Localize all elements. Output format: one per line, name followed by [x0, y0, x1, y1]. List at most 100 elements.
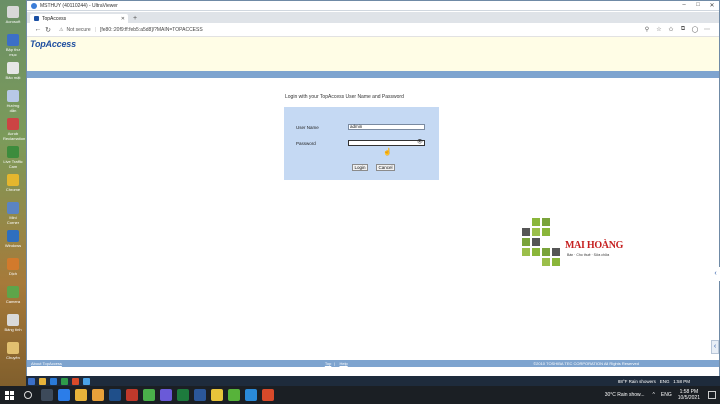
watermark-square — [532, 238, 540, 246]
clock-date: 10/5/2021 — [677, 395, 700, 401]
warning-icon[interactable]: ⚠ — [59, 27, 63, 33]
reveal-password-icon[interactable]: 👁 — [417, 140, 423, 145]
not-secure-label[interactable]: Not secure — [66, 27, 90, 33]
desktop-icon[interactable]: Dịch — [3, 258, 23, 284]
remote-explorer-icon[interactable] — [39, 377, 46, 385]
language-indicator[interactable]: ENG — [661, 392, 672, 398]
back-icon[interactable]: ← — [33, 26, 43, 33]
watermark-square — [552, 248, 560, 256]
desktop-icon[interactable]: Chrome — [3, 174, 23, 200]
watermark-square — [542, 258, 550, 266]
search-icon[interactable] — [24, 391, 32, 399]
favorite-star-icon[interactable]: ☆ — [653, 26, 665, 33]
clock[interactable]: 1:58 PM 10/5/2021 — [678, 389, 700, 401]
ultraviewer-titlebar[interactable]: MSTHUY (40110244) - UltraViewer – □ ✕ — [27, 1, 719, 11]
topaccess-page: TopAccess Login with your TopAccess User… — [27, 37, 719, 376]
excel-icon[interactable] — [176, 389, 189, 401]
tab-close-icon[interactable]: ✕ — [121, 16, 125, 22]
desktop-app-icon — [7, 118, 19, 130]
ultraviewer-taskbar-icon[interactable] — [244, 389, 257, 401]
app-icon-2[interactable] — [125, 389, 138, 401]
desktop-icon-label: Acrob Reclamation — [3, 131, 26, 141]
desktop-icon[interactable]: Bập thư mục — [3, 34, 23, 60]
tray-chevron-icon[interactable]: ^ — [653, 392, 655, 398]
url-input[interactable]: [fe80::20f9:ff:feb5:a5d8]/?MAIN=TOPACCES… — [100, 27, 203, 33]
desktop-icon[interactable]: Acrosoft — [3, 6, 23, 32]
tab-topaccess[interactable]: TopAccess ✕ — [30, 14, 128, 23]
password-input[interactable]: 👁 — [348, 140, 425, 146]
app-icon-1[interactable] — [91, 389, 104, 401]
remote-weather[interactable]: 88°F Rain showers — [618, 379, 656, 384]
footer-top-link[interactable]: Top — [325, 361, 331, 366]
refresh-icon[interactable]: ↻ — [43, 26, 53, 34]
edge-icon[interactable] — [57, 389, 70, 401]
app-icon-3[interactable] — [159, 389, 172, 401]
photoshop-icon[interactable] — [108, 389, 121, 401]
desktop-icon-label: Mini Corner — [6, 215, 20, 225]
app-icon-5[interactable] — [227, 389, 240, 401]
start-button[interactable] — [0, 386, 18, 404]
desktop-icon[interactable]: Hướng dẫn — [3, 90, 23, 116]
login-instruction: Login with your TopAccess User Name and … — [285, 94, 404, 100]
address-bar: ← ↻ ⚠ Not secure | [fe80::20f9:ff:feb5:a… — [27, 23, 719, 37]
username-input[interactable]: admin — [348, 124, 425, 130]
desktop-icon[interactable]: Live Traffic Cam — [3, 146, 23, 172]
topaccess-main: Login with your TopAccess User Name and … — [27, 78, 719, 368]
watermark-square — [532, 218, 540, 226]
login-button[interactable]: Login — [352, 164, 368, 171]
zoom-icon[interactable]: ⚲ — [641, 26, 653, 33]
remote-browser: TopAccess ✕ + ← ↻ ⚠ Not secure | [fe80::… — [27, 12, 719, 376]
desktop-icon-label: Chuyên — [6, 355, 20, 360]
word-icon[interactable] — [193, 389, 206, 401]
system-tray: 30°C Rain show... ^ ENG 1:58 PM 10/5/202… — [605, 389, 720, 401]
remote-app-icon[interactable] — [72, 377, 79, 385]
remote-edge-icon[interactable] — [50, 377, 57, 385]
app-icon-6[interactable] — [261, 389, 274, 401]
about-topaccess-link[interactable]: About TopAccess — [31, 361, 62, 366]
desktop-app-icon — [7, 230, 19, 242]
app-icon-4[interactable] — [210, 389, 223, 401]
collections-icon[interactable]: ⧉ — [677, 26, 689, 33]
weather-widget[interactable]: 30°C Rain show... — [605, 392, 645, 398]
desktop-icon[interactable]: Acrob Reclamation — [3, 118, 26, 144]
favicon-icon — [34, 16, 39, 21]
file-explorer-icon[interactable] — [74, 389, 87, 401]
desktop-icon[interactable]: Chuyên — [3, 342, 23, 368]
watermark-square — [542, 218, 550, 226]
minimize-icon[interactable]: – — [677, 2, 691, 9]
login-panel: User Name admin Password 👁 Login Cancel — [284, 107, 439, 180]
desktop-icon[interactable]: Bảo mật — [3, 62, 23, 88]
task-view-icon[interactable] — [40, 389, 53, 401]
remote-excel-icon[interactable] — [61, 377, 68, 385]
profile-icon[interactable]: ◯ — [689, 26, 701, 33]
desktop-icon-label: Hướng dẫn — [6, 103, 20, 113]
desktop-icon[interactable]: Mini Corner — [3, 202, 23, 228]
desktop-app-icon — [7, 202, 19, 214]
desktop-app-icon — [7, 314, 19, 326]
desktop-icon[interactable]: Windows — [3, 230, 23, 256]
sidebar-chevron-icon[interactable]: ‹ — [711, 340, 719, 354]
desktop-icon-label: Bập thư mục — [5, 47, 21, 57]
close-icon[interactable]: ✕ — [705, 2, 719, 9]
mouse-cursor-icon: ☝ — [383, 149, 392, 156]
desktop-icon-label: Bảng tính — [4, 327, 22, 332]
more-menu-icon[interactable]: ⋯ — [701, 26, 713, 33]
maximize-icon[interactable]: □ — [691, 2, 705, 9]
cancel-button[interactable]: Cancel — [376, 164, 395, 171]
footer-help-link[interactable]: Help — [339, 361, 347, 366]
watermark-square — [522, 228, 530, 236]
viewer-panel-chevron-icon[interactable]: ‹ — [711, 267, 720, 281]
remote-clock[interactable]: 1:58 PM — [673, 379, 690, 384]
remote-language[interactable]: ENG — [660, 379, 670, 384]
topaccess-logo: TopAccess — [30, 39, 76, 49]
topaccess-header: TopAccess — [27, 37, 719, 71]
desktop-icon[interactable]: Camera — [3, 286, 23, 312]
notifications-icon[interactable] — [708, 391, 716, 399]
new-tab-button[interactable]: + — [130, 14, 140, 23]
chrome-icon[interactable] — [142, 389, 155, 401]
favorites-icon[interactable]: ✩ — [665, 26, 677, 33]
windows-logo-icon — [4, 390, 14, 400]
remote-start-icon[interactable] — [28, 377, 35, 385]
remote-ultraviewer-icon[interactable] — [83, 377, 90, 385]
desktop-icon[interactable]: Bảng tính — [3, 314, 23, 340]
